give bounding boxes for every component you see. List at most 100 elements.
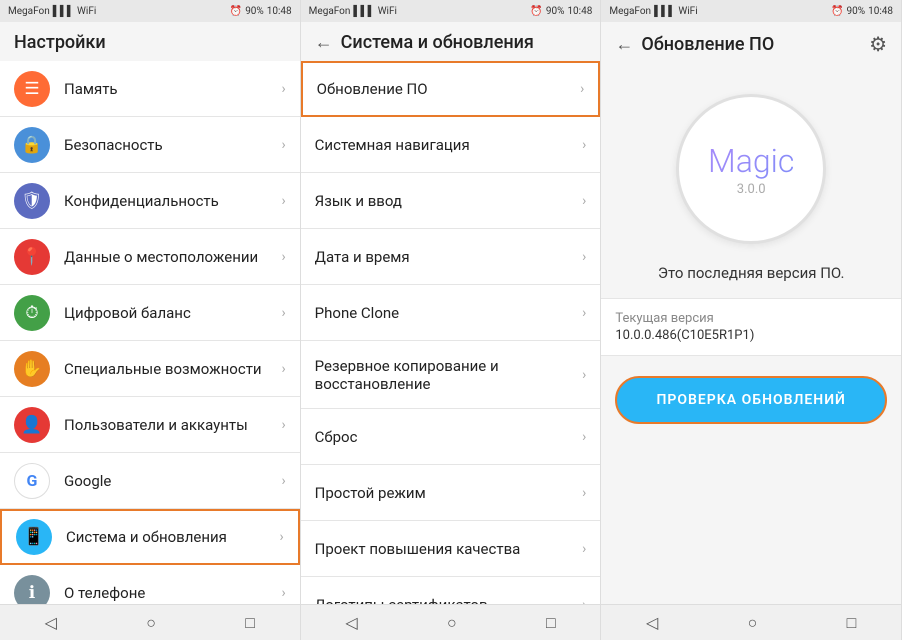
system-item-quality[interactable]: Проект повышения качества › — [301, 521, 601, 577]
version-value: 10.0.0.486(C10E5R1P1) — [615, 328, 887, 343]
system-item-certs[interactable]: Логотипы сертификатов › — [301, 577, 601, 604]
settings-item-about[interactable]: ℹ О телефоне › — [0, 565, 300, 604]
system-label: Система и обновления — [66, 528, 279, 546]
settings-menu-list: ☰ Память › 🔒 Безопасность › 🛡 Конфиденци… — [0, 61, 300, 604]
system-item-update[interactable]: Обновление ПО › — [301, 61, 601, 117]
users-label: Пользователи и аккаунты — [64, 416, 281, 434]
sys-nav-arrow: › — [582, 137, 586, 153]
back-arrow-update[interactable]: ← — [615, 34, 633, 55]
settings-item-google[interactable]: G Google › — [0, 453, 300, 509]
check-update-button[interactable]: ПРОВЕРКА ОБНОВЛЕНИЙ — [615, 376, 887, 424]
memory-icon: ☰ — [14, 71, 50, 107]
alarm-icon-2: ⏰ — [530, 6, 542, 17]
system-arrow: › — [279, 529, 283, 545]
back-btn-2[interactable]: ◁ — [325, 609, 377, 636]
about-arrow: › — [281, 585, 285, 601]
bottom-nav-2: ◁ ○ □ — [301, 604, 601, 640]
back-btn-3[interactable]: ◁ — [626, 609, 678, 636]
recent-btn-1[interactable]: □ — [225, 609, 275, 637]
settings-item-privacy[interactable]: 🛡 Конфиденциальность › — [0, 173, 300, 229]
security-label: Безопасность — [64, 136, 281, 154]
digital-arrow: › — [281, 305, 285, 321]
back-btn-1[interactable]: ◁ — [25, 609, 77, 636]
bottom-nav-3: ◁ ○ □ — [601, 604, 901, 640]
settings-item-memory[interactable]: ☰ Память › — [0, 61, 300, 117]
status-left-3: MegaFon ▌▌▌ WiFi — [609, 6, 697, 17]
system-item-backup[interactable]: Резервное копирование и восстановление › — [301, 341, 601, 409]
datetime-label: Дата и время — [315, 248, 582, 266]
magic-version: 3.0.0 — [737, 182, 766, 197]
version-row: Текущая версия 10.0.0.486(C10E5R1P1) — [601, 298, 901, 356]
signal-2: ▌▌▌ — [353, 6, 374, 17]
update-arrow: › — [580, 81, 584, 97]
clone-arrow: › — [582, 305, 586, 321]
status-left-1: MegaFon ▌▌▌ WiFi — [8, 6, 96, 17]
system-panel: MegaFon ▌▌▌ WiFi ⏰ 90% 10:48 ← Система и… — [301, 0, 602, 640]
back-arrow-system[interactable]: ← — [315, 32, 333, 53]
home-btn-2[interactable]: ○ — [427, 609, 477, 637]
system-item-clone[interactable]: Phone Clone › — [301, 285, 601, 341]
magic-text: Magic — [708, 142, 794, 180]
digital-label: Цифровой баланс — [64, 304, 281, 322]
settings-item-accessibility[interactable]: ✋ Специальные возможности › — [0, 341, 300, 397]
users-icon: 👤 — [14, 407, 50, 443]
settings-item-users[interactable]: 👤 Пользователи и аккаунты › — [0, 397, 300, 453]
recent-btn-3[interactable]: □ — [827, 609, 877, 637]
update-title: Обновление ПО — [641, 34, 774, 55]
datetime-arrow: › — [582, 249, 586, 265]
accessibility-arrow: › — [281, 361, 285, 377]
alarm-icon-1: ⏰ — [230, 6, 242, 17]
update-label: Обновление ПО — [317, 80, 580, 98]
signal-1: ▌▌▌ — [53, 6, 74, 17]
memory-label: Память — [64, 80, 281, 98]
location-label: Данные о местоположении — [64, 248, 281, 266]
battery-1: 90% — [245, 6, 264, 17]
reset-arrow: › — [582, 429, 586, 445]
accessibility-icon: ✋ — [14, 351, 50, 387]
status-right-2: ⏰ 90% 10:48 — [530, 6, 592, 17]
clone-label: Phone Clone — [315, 304, 582, 322]
system-item-reset[interactable]: Сброс › — [301, 409, 601, 465]
location-icon: 📍 — [14, 239, 50, 275]
wifi-1: WiFi — [77, 6, 96, 17]
security-icon: 🔒 — [14, 127, 50, 163]
bottom-nav-1: ◁ ○ □ — [0, 604, 300, 640]
update-circle: Magic 3.0.0 — [676, 94, 826, 244]
privacy-icon: 🛡 — [14, 183, 50, 219]
carrier-1: MegaFon — [8, 6, 50, 17]
google-arrow: › — [281, 473, 285, 489]
system-item-simple[interactable]: Простой режим › — [301, 465, 601, 521]
google-icon: G — [14, 463, 50, 499]
location-arrow: › — [281, 249, 285, 265]
system-icon: 📱 — [16, 519, 52, 555]
gear-icon[interactable]: ⚙ — [869, 32, 887, 56]
reset-label: Сброс — [315, 428, 582, 446]
status-bar-1: MegaFon ▌▌▌ WiFi ⏰ 90% 10:48 — [0, 0, 300, 22]
system-item-lang[interactable]: Язык и ввод › — [301, 173, 601, 229]
quality-arrow: › — [582, 541, 586, 557]
carrier-3: MegaFon — [609, 6, 651, 17]
system-item-nav[interactable]: Системная навигация › — [301, 117, 601, 173]
battery-2: 90% — [546, 6, 565, 17]
time-3: 10:48 — [868, 6, 893, 17]
settings-panel: MegaFon ▌▌▌ WiFi ⏰ 90% 10:48 Настройки ☰… — [0, 0, 301, 640]
home-btn-1[interactable]: ○ — [126, 609, 176, 637]
lang-label: Язык и ввод — [315, 192, 582, 210]
status-left-2: MegaFon ▌▌▌ WiFi — [309, 6, 397, 17]
privacy-arrow: › — [281, 193, 285, 209]
accessibility-label: Специальные возможности — [64, 360, 281, 378]
status-right-1: ⏰ 90% 10:48 — [230, 6, 292, 17]
system-title: Система и обновления — [341, 32, 534, 53]
update-content: Magic 3.0.0 Это последняя версия ПО. Тек… — [601, 64, 901, 604]
system-item-datetime[interactable]: Дата и время › — [301, 229, 601, 285]
recent-btn-2[interactable]: □ — [526, 609, 576, 637]
home-btn-3[interactable]: ○ — [728, 609, 778, 637]
settings-item-digital[interactable]: ⏱ Цифровой баланс › — [0, 285, 300, 341]
settings-item-security[interactable]: 🔒 Безопасность › — [0, 117, 300, 173]
update-panel: MegaFon ▌▌▌ WiFi ⏰ 90% 10:48 ← Обновлени… — [601, 0, 902, 640]
update-header: ← Обновление ПО ⚙ — [601, 22, 901, 64]
settings-item-location[interactable]: 📍 Данные о местоположении › — [0, 229, 300, 285]
settings-item-system[interactable]: 📱 Система и обновления › — [0, 509, 300, 565]
carrier-2: MegaFon — [309, 6, 351, 17]
wifi-2: WiFi — [378, 6, 397, 17]
